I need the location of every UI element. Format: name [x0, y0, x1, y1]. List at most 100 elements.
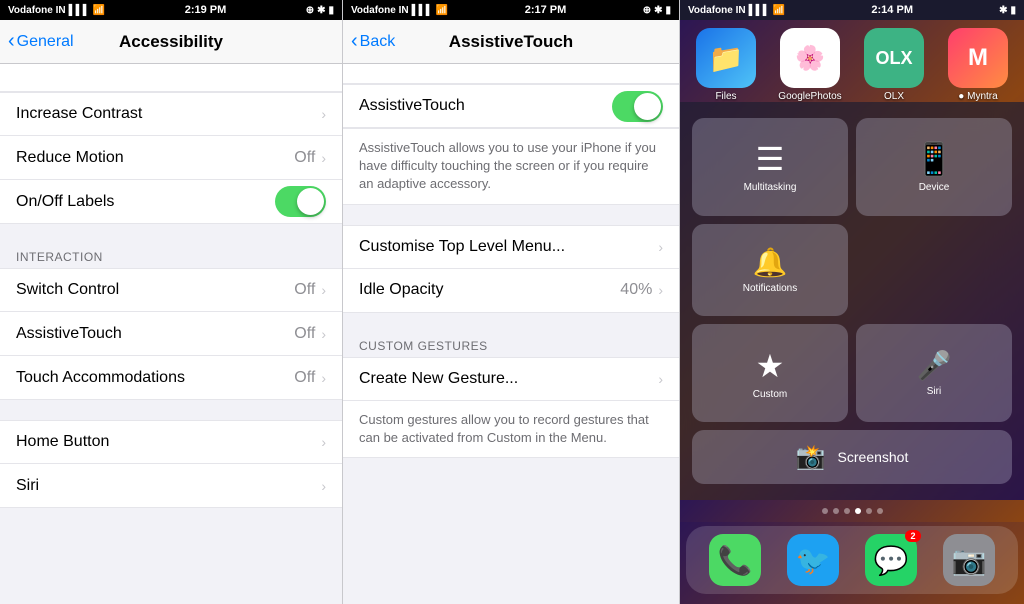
twitter-icon: 🐦: [796, 544, 831, 577]
home-button-right: ›: [321, 434, 326, 450]
notifications-label: Notifications: [743, 283, 797, 294]
dock-twitter[interactable]: 🐦: [787, 534, 839, 586]
at-options-group: Customise Top Level Menu... › Idle Opaci…: [343, 225, 679, 313]
location-icon-2: ⊕: [643, 5, 651, 16]
status-bar-left-3: Vodafone IN ▌▌▌ 📶: [688, 5, 785, 16]
app-myntra[interactable]: M ● Myntra: [938, 28, 1018, 102]
bluetooth-icon-2: ✱: [654, 5, 662, 16]
display-group: Increase Contrast › Reduce Motion Off › …: [0, 92, 342, 224]
chevron-icon: ›: [658, 371, 663, 387]
phone-icon: 📞: [718, 544, 753, 577]
page-dot-4: [855, 508, 861, 514]
switch-control-row[interactable]: Switch Control Off ›: [0, 268, 342, 312]
chevron-icon: ›: [321, 370, 326, 386]
home-button-row[interactable]: Home Button ›: [0, 420, 342, 464]
chevron-icon: ›: [658, 239, 663, 255]
dock-row: 📞 🐦 💬 2 📷: [686, 526, 1018, 594]
multitasking-icon: ☰: [756, 140, 785, 178]
cc-grid: ☰ Multitasking 📱 Device 🔔 Notifications …: [688, 110, 1016, 430]
customise-menu-row[interactable]: Customise Top Level Menu... ›: [343, 225, 679, 269]
camera-icon: 📷: [952, 544, 987, 577]
idle-opacity-label: Idle Opacity: [359, 281, 443, 299]
googlephotos-label: GooglePhotos: [778, 91, 841, 102]
time-2: 2:17 PM: [525, 4, 567, 16]
dock-whatsapp[interactable]: 💬 2: [865, 534, 917, 586]
custom-gestures-header: CUSTOM GESTURES: [343, 333, 679, 357]
on-off-labels-right: [275, 186, 326, 217]
status-bar-right-2: ⊕ ✱ ▮: [643, 5, 671, 16]
touch-accommodations-row[interactable]: Touch Accommodations Off ›: [0, 356, 342, 400]
cc-multitasking-button[interactable]: ☰ Multitasking: [692, 118, 848, 216]
settings-list-1: Increase Contrast › Reduce Motion Off › …: [0, 64, 342, 604]
idle-opacity-right: 40% ›: [620, 281, 663, 299]
interaction-section-header: INTERACTION: [0, 244, 342, 268]
reduce-motion-row[interactable]: Reduce Motion Off ›: [0, 136, 342, 180]
back-button-1[interactable]: ‹ General: [8, 30, 74, 53]
assistivetouch-toggle[interactable]: [612, 91, 663, 122]
whatsapp-icon: 💬: [874, 544, 909, 577]
custom-gestures-description: Custom gestures allow you to record gest…: [343, 401, 679, 458]
siri-row[interactable]: Siri ›: [0, 464, 342, 508]
whatsapp-badge: 2: [905, 530, 921, 542]
increase-contrast-right: ›: [321, 106, 326, 122]
idle-opacity-value: 40%: [620, 281, 652, 299]
dock-camera[interactable]: 📷: [943, 534, 995, 586]
accessibility-panel: Vodafone IN ▌▌▌ 📶 2:19 PM ⊕ ✱ ▮ ‹ Genera…: [0, 0, 343, 604]
back-label-1[interactable]: General: [17, 33, 74, 51]
assistivetouch-row-1[interactable]: AssistiveTouch Off ›: [0, 312, 342, 356]
app-olx[interactable]: OLX OLX: [854, 28, 934, 102]
on-off-toggle[interactable]: [275, 186, 326, 217]
status-bar-left-2: Vodafone IN ▌▌▌ 📶: [351, 5, 448, 16]
back-chevron-icon-2: ‹: [351, 30, 358, 53]
olx-label: OLX: [884, 91, 904, 102]
cc-device-button[interactable]: 📱 Device: [856, 118, 1012, 216]
chevron-icon: ›: [321, 106, 326, 122]
cc-custom-button[interactable]: ★ Custom: [692, 324, 848, 422]
assistivetouch-right-1: Off ›: [294, 325, 326, 343]
assistivetouch-main-label: AssistiveTouch: [359, 97, 465, 115]
files-icon: 📁: [696, 28, 756, 88]
siri-label: Siri: [16, 477, 39, 495]
create-gesture-right: ›: [658, 371, 663, 387]
files-label: Files: [715, 91, 736, 102]
back-label-2[interactable]: Back: [360, 33, 396, 51]
cc-notifications-button[interactable]: 🔔 Notifications: [692, 224, 848, 317]
notifications-icon: 🔔: [753, 246, 788, 279]
chevron-icon: ›: [321, 150, 326, 166]
multitasking-label: Multitasking: [744, 182, 797, 193]
assistivetouch-list: AssistiveTouch AssistiveTouch allows you…: [343, 64, 679, 604]
on-off-labels-row[interactable]: On/Off Labels: [0, 180, 342, 224]
page-dot-6: [877, 508, 883, 514]
app-files[interactable]: 📁 Files: [686, 28, 766, 102]
idle-opacity-row[interactable]: Idle Opacity 40% ›: [343, 269, 679, 313]
cc-screenshot-button[interactable]: 📸 Screenshot: [692, 430, 1012, 484]
increase-contrast-label: Increase Contrast: [16, 105, 142, 123]
time-3: 2:14 PM: [871, 4, 913, 16]
assistivetouch-label-1: AssistiveTouch: [16, 325, 122, 343]
create-gesture-row[interactable]: Create New Gesture... ›: [343, 357, 679, 401]
page-title-2: AssistiveTouch: [449, 32, 573, 52]
back-chevron-icon-1: ‹: [8, 30, 15, 53]
dock-phone[interactable]: 📞: [709, 534, 761, 586]
battery-icon-1: ▮: [328, 5, 334, 16]
cc-siri-button[interactable]: 🎤 Siri: [856, 324, 1012, 422]
back-button-2[interactable]: ‹ Back: [351, 30, 395, 53]
wifi-icon-3: 📶: [773, 5, 785, 16]
assistivetouch-toggle-row[interactable]: AssistiveTouch: [343, 84, 679, 128]
page-title-1: Accessibility: [119, 32, 223, 52]
page-dot-2: [833, 508, 839, 514]
group-separator-at-2: [343, 313, 679, 333]
customise-menu-right: ›: [658, 239, 663, 255]
nav-bar-1: ‹ General Accessibility: [0, 20, 342, 64]
assistivetouch-value-1: Off: [294, 325, 315, 343]
partial-row-2: [343, 64, 679, 84]
page-dots: [680, 504, 1024, 518]
carrier-3: Vodafone IN: [688, 5, 746, 16]
status-bar-3: Vodafone IN ▌▌▌ 📶 2:14 PM ✱ ▮: [680, 0, 1024, 20]
signal-icon-2: ▌▌▌: [412, 5, 433, 16]
app-googlephotos[interactable]: 🌸 GooglePhotos: [770, 28, 850, 102]
increase-contrast-row[interactable]: Increase Contrast ›: [0, 92, 342, 136]
at-toggle-group: AssistiveTouch: [343, 84, 679, 128]
carrier-1: Vodafone IN: [8, 5, 66, 16]
olx-icon: OLX: [864, 28, 924, 88]
